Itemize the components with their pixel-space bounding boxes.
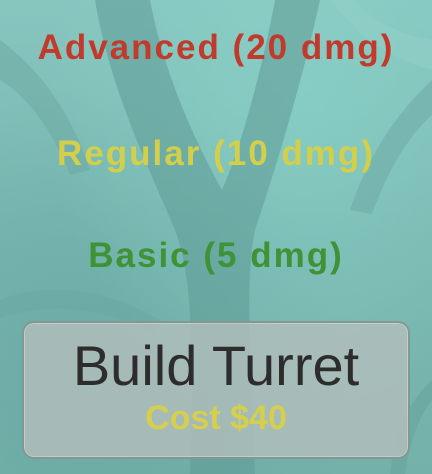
basic-turret-option[interactable]: Basic (5 dmg) <box>0 236 432 276</box>
advanced-turret-option[interactable]: Advanced (20 dmg) <box>0 28 432 68</box>
build-turret-button[interactable]: Build Turret Cost $40 <box>22 321 410 459</box>
regular-turret-option[interactable]: Regular (10 dmg) <box>0 134 432 174</box>
build-turret-label: Build Turret <box>72 334 360 397</box>
build-cost-label: Cost $40 <box>145 399 287 437</box>
